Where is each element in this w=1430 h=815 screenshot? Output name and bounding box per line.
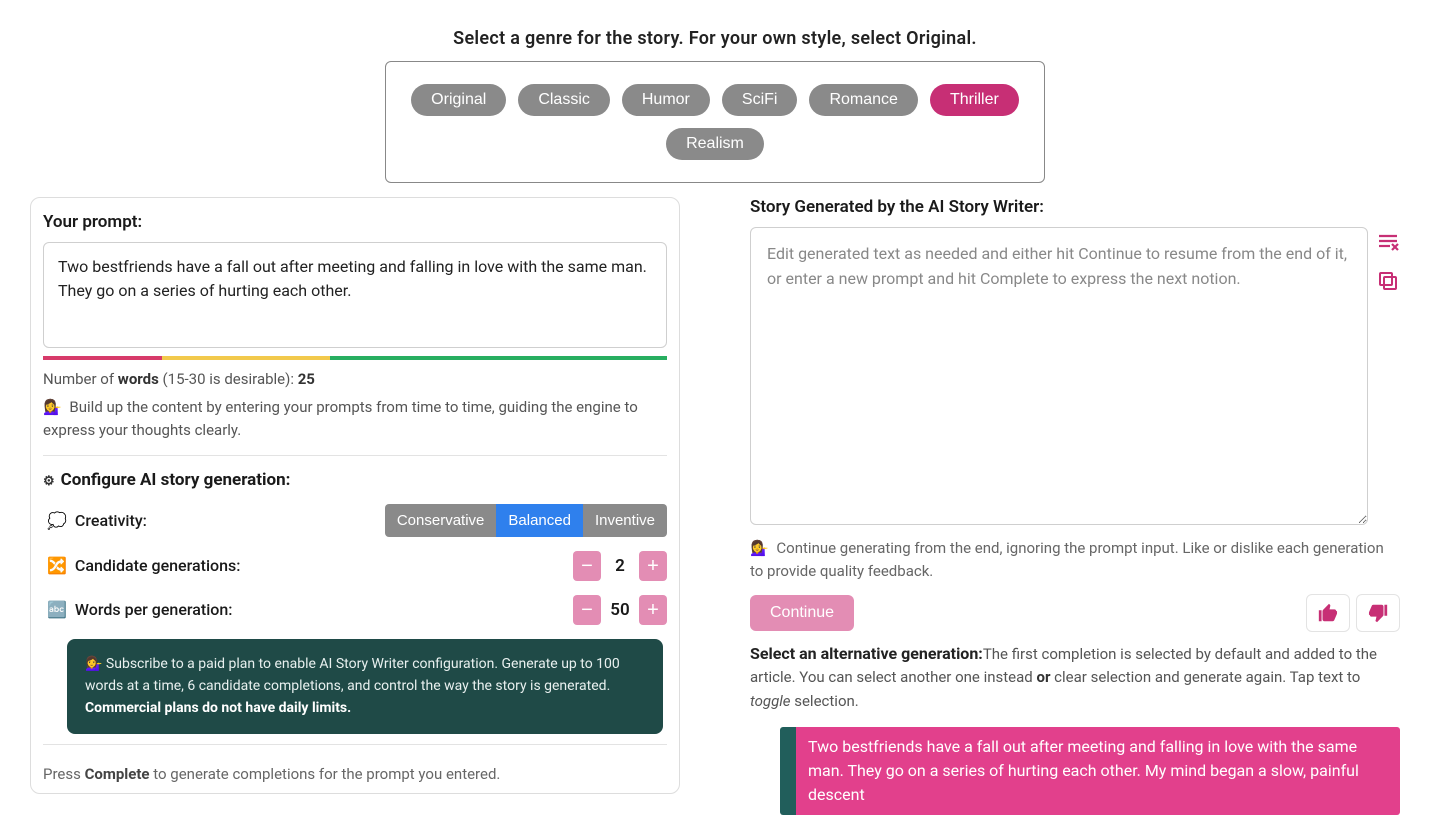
- candidates-label: Candidate generations:: [75, 556, 241, 575]
- thumbs-down-button[interactable]: [1356, 594, 1400, 632]
- word-count-meter: [43, 356, 667, 360]
- creativity-label: Creativity:: [75, 511, 147, 530]
- copy-icon[interactable]: [1376, 269, 1400, 293]
- words-decrement[interactable]: −: [573, 595, 601, 625]
- prompt-title: Your prompt:: [43, 212, 667, 232]
- genre-chip-original[interactable]: Original: [411, 84, 506, 116]
- creativity-option-balanced[interactable]: Balanced: [496, 504, 583, 537]
- word-count-info: Number of words (15-30 is desirable): 25: [43, 370, 667, 388]
- genre-chip-romance[interactable]: Romance: [809, 84, 917, 116]
- genre-chip-classic[interactable]: Classic: [518, 84, 610, 116]
- candidates-stepper: − 2 +: [573, 551, 667, 581]
- candidates-decrement[interactable]: −: [573, 551, 601, 581]
- generation-selected-marker: [780, 727, 796, 815]
- continue-tip: 💁‍♀️ Continue generating from the end, i…: [750, 537, 1400, 584]
- genre-selector: Original Classic Humor SciFi Romance Thriller…: [385, 61, 1045, 183]
- words-stepper: − 50 +: [573, 595, 667, 625]
- candidates-row: 🔀 Candidate generations: − 2 +: [43, 551, 667, 581]
- tip-emoji-icon: 💁‍♀️: [750, 537, 769, 560]
- creativity-icon: 💭: [47, 511, 67, 530]
- prompt-card: Your prompt: Number of words (15-30 is d…: [30, 197, 680, 794]
- genre-chip-thriller[interactable]: Thriller: [930, 84, 1019, 116]
- creativity-row: 💭 Creativity: ConservativeBalancedInvent…: [43, 504, 667, 537]
- config-heading: Configure AI story generation:: [43, 470, 667, 490]
- clear-lines-icon[interactable]: [1376, 231, 1400, 255]
- prompt-input[interactable]: [43, 242, 667, 348]
- divider: [43, 744, 667, 745]
- creativity-option-inventive[interactable]: Inventive: [583, 504, 667, 537]
- complete-tip: Press Complete to generate completions f…: [43, 763, 667, 786]
- candidates-increment[interactable]: +: [639, 551, 667, 581]
- generation-candidate[interactable]: Two bestfriends have a fall out after me…: [780, 727, 1400, 815]
- words-label: Words per generation:: [75, 600, 233, 619]
- thumbs-up-button[interactable]: [1306, 594, 1350, 632]
- upsell-banner: 💁‍♀️ Subscribe to a paid plan to enable …: [67, 639, 663, 734]
- creativity-segmented: ConservativeBalancedInventive: [385, 504, 667, 537]
- output-textarea[interactable]: [750, 227, 1368, 525]
- creativity-option-conservative[interactable]: Conservative: [385, 504, 497, 537]
- words-value: 50: [607, 600, 633, 620]
- alternative-generation-help: Select an alternative generation:The fir…: [750, 642, 1400, 713]
- candidates-value: 2: [607, 556, 633, 576]
- output-title: Story Generated by the AI Story Writer:: [750, 197, 1400, 217]
- words-icon: 🔤: [47, 600, 67, 619]
- genre-chip-humor[interactable]: Humor: [622, 84, 710, 116]
- divider: [43, 455, 667, 456]
- genre-chip-realism[interactable]: Realism: [666, 128, 764, 160]
- continue-button[interactable]: Continue: [750, 595, 854, 631]
- upsell-emoji-icon: 💁‍♀️: [85, 656, 102, 672]
- generation-text[interactable]: Two bestfriends have a fall out after me…: [796, 727, 1400, 815]
- genre-header: Select a genre for the story. For your o…: [30, 0, 1400, 61]
- prompt-tip: 💁‍♀️ Build up the content by entering yo…: [43, 396, 667, 443]
- genre-chip-scifi[interactable]: SciFi: [722, 84, 798, 116]
- words-increment[interactable]: +: [639, 595, 667, 625]
- words-row: 🔤 Words per generation: − 50 +: [43, 595, 667, 625]
- candidates-icon: 🔀: [47, 556, 67, 575]
- tip-emoji-icon: 💁‍♀️: [43, 396, 62, 419]
- gear-icon: [43, 470, 55, 490]
